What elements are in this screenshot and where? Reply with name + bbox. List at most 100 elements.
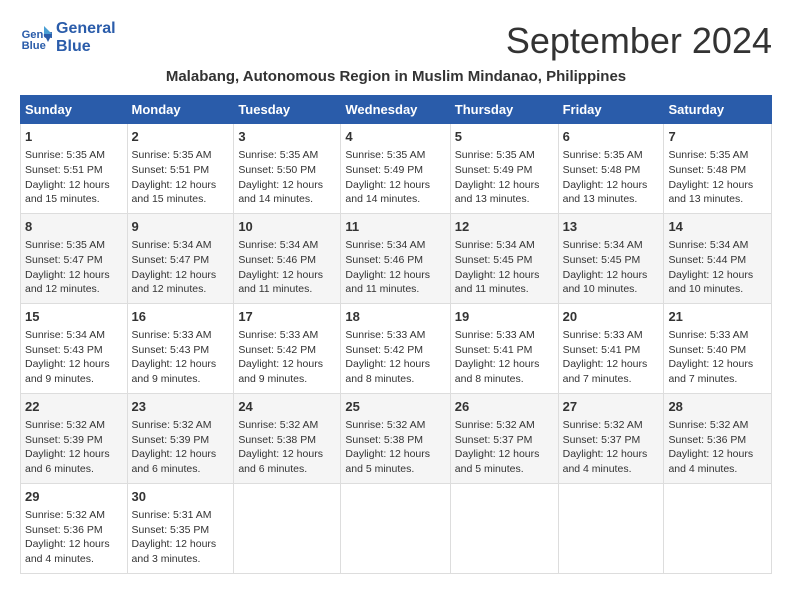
sunset: Sunset: 5:43 PM xyxy=(132,344,210,356)
sunrise: Sunrise: 5:33 AM xyxy=(345,329,425,341)
calendar-table: SundayMondayTuesdayWednesdayThursdayFrid… xyxy=(20,95,772,574)
sunset: Sunset: 5:51 PM xyxy=(132,164,210,176)
daylight-label: Daylight: 12 hours and 6 minutes. xyxy=(25,448,110,475)
daylight-label: Daylight: 12 hours and 7 minutes. xyxy=(563,358,648,385)
sunrise: Sunrise: 5:34 AM xyxy=(238,239,318,251)
daylight-label: Daylight: 12 hours and 8 minutes. xyxy=(345,358,430,385)
daylight-label: Daylight: 12 hours and 13 minutes. xyxy=(563,179,648,206)
day-number: 25 xyxy=(345,398,445,416)
day-number: 22 xyxy=(25,398,123,416)
calendar-cell: 28Sunrise: 5:32 AMSunset: 5:36 PMDayligh… xyxy=(664,393,772,483)
sunset: Sunset: 5:41 PM xyxy=(455,344,533,356)
sunrise: Sunrise: 5:33 AM xyxy=(668,329,748,341)
day-number: 14 xyxy=(668,218,767,236)
sunrise: Sunrise: 5:32 AM xyxy=(132,419,212,431)
calendar-cell: 13Sunrise: 5:34 AMSunset: 5:45 PMDayligh… xyxy=(558,213,664,303)
day-number: 28 xyxy=(668,398,767,416)
daylight-label: Daylight: 12 hours and 14 minutes. xyxy=(345,179,430,206)
day-number: 3 xyxy=(238,128,336,146)
day-number: 16 xyxy=(132,308,230,326)
daylight-label: Daylight: 12 hours and 11 minutes. xyxy=(455,269,540,296)
day-number: 30 xyxy=(132,488,230,506)
day-number: 8 xyxy=(25,218,123,236)
day-number: 19 xyxy=(455,308,554,326)
daylight-label: Daylight: 12 hours and 13 minutes. xyxy=(455,179,540,206)
sunset: Sunset: 5:49 PM xyxy=(345,164,423,176)
day-number: 15 xyxy=(25,308,123,326)
daylight-label: Daylight: 12 hours and 12 minutes. xyxy=(132,269,217,296)
day-number: 2 xyxy=(132,128,230,146)
sunrise: Sunrise: 5:33 AM xyxy=(132,329,212,341)
daylight-label: Daylight: 12 hours and 11 minutes. xyxy=(238,269,323,296)
calendar-cell: 26 Sunrise: 5:32 AM Sunset: 5:37 PM Dayligh… xyxy=(450,393,558,483)
sunrise: Sunrise: 5:32 AM xyxy=(238,419,318,431)
sunset: Sunset: 5:37 PM xyxy=(563,434,641,446)
logo: General Blue General Blue xyxy=(20,20,116,56)
weekday-header-wednesday: Wednesday xyxy=(341,96,450,124)
daylight-label: Daylight: 12 hours and 10 minutes. xyxy=(563,269,648,296)
day-number: 7 xyxy=(668,128,767,146)
day-number: 1 xyxy=(25,128,123,146)
calendar-cell: 25Sunrise: 5:32 AMSunset: 5:38 PMDayligh… xyxy=(341,393,450,483)
calendar-cell: 19Sunrise: 5:33 AMSunset: 5:41 PMDayligh… xyxy=(450,303,558,393)
day-number: 12 xyxy=(455,218,554,236)
calendar-cell xyxy=(234,483,341,573)
sunrise: Sunrise: 5:34 AM xyxy=(668,239,748,251)
calendar-cell: 10Sunrise: 5:34 AMSunset: 5:46 PMDayligh… xyxy=(234,213,341,303)
daylight-label: Daylight: 12 hours and 10 minutes. xyxy=(668,269,753,296)
calendar-cell: 4Sunrise: 5:35 AMSunset: 5:49 PMDaylight… xyxy=(341,124,450,214)
day-number: 9 xyxy=(132,218,230,236)
daylight-label: Daylight: 12 hours and 5 minutes. xyxy=(455,448,540,475)
sunset: Sunset: 5:39 PM xyxy=(132,434,210,446)
calendar-cell: 7Sunrise: 5:35 AMSunset: 5:48 PMDaylight… xyxy=(664,124,772,214)
daylight-label: Daylight: 12 hours and 9 minutes. xyxy=(238,358,323,385)
calendar-cell: 11Sunrise: 5:34 AMSunset: 5:46 PMDayligh… xyxy=(341,213,450,303)
day-number: 26 xyxy=(455,398,554,416)
calendar-cell xyxy=(341,483,450,573)
sunset: Sunset: 5:37 PM xyxy=(455,434,533,446)
day-number: 10 xyxy=(238,218,336,236)
calendar-cell: 22Sunrise: 5:32 AMSunset: 5:39 PMDayligh… xyxy=(21,393,128,483)
daylight-label: Daylight: 12 hours and 7 minutes. xyxy=(668,358,753,385)
day-number: 24 xyxy=(238,398,336,416)
sunrise: Sunrise: 5:33 AM xyxy=(238,329,318,341)
daylight-label: Daylight: 12 hours and 15 minutes. xyxy=(25,179,110,206)
sunrise: Sunrise: 5:32 AM xyxy=(455,419,535,431)
calendar-cell: 30Sunrise: 5:31 AMSunset: 5:35 PMDayligh… xyxy=(127,483,234,573)
sunset: Sunset: 5:47 PM xyxy=(132,254,210,266)
calendar-cell: 29Sunrise: 5:32 AMSunset: 5:36 PMDayligh… xyxy=(21,483,128,573)
daylight-label: Daylight: 12 hours and 6 minutes. xyxy=(238,448,323,475)
day-number: 17 xyxy=(238,308,336,326)
sunrise: Sunrise: 5:34 AM xyxy=(455,239,535,251)
sunrise: Sunrise: 5:32 AM xyxy=(563,419,643,431)
daylight-label: Daylight: 12 hours and 9 minutes. xyxy=(132,358,217,385)
calendar-cell: 20Sunrise: 5:33 AMSunset: 5:41 PMDayligh… xyxy=(558,303,664,393)
sunrise: Sunrise: 5:35 AM xyxy=(238,149,318,161)
sunrise: Sunrise: 5:35 AM xyxy=(455,149,535,161)
sunrise: Sunrise: 5:35 AM xyxy=(668,149,748,161)
day-number: 18 xyxy=(345,308,445,326)
sunset: Sunset: 5:47 PM xyxy=(25,254,103,266)
calendar-cell xyxy=(450,483,558,573)
sunrise: Sunrise: 5:35 AM xyxy=(132,149,212,161)
logo-line2: Blue xyxy=(56,38,116,56)
daylight-label: Daylight: 12 hours and 11 minutes. xyxy=(345,269,430,296)
day-number: 4 xyxy=(345,128,445,146)
sunrise: Sunrise: 5:33 AM xyxy=(563,329,643,341)
day-number: 13 xyxy=(563,218,660,236)
calendar-cell: 12Sunrise: 5:34 AMSunset: 5:45 PMDayligh… xyxy=(450,213,558,303)
month-title: September 2024 xyxy=(506,20,772,62)
logo-icon: General Blue xyxy=(20,22,52,54)
weekday-header-tuesday: Tuesday xyxy=(234,96,341,124)
sunset: Sunset: 5:48 PM xyxy=(563,164,641,176)
sunset: Sunset: 5:36 PM xyxy=(25,524,103,536)
daylight-label: Daylight: 12 hours and 12 minutes. xyxy=(25,269,110,296)
daylight-label: Daylight: 12 hours and 3 minutes. xyxy=(132,538,217,565)
sunrise: Sunrise: 5:35 AM xyxy=(25,239,105,251)
daylight-label: Daylight: 12 hours and 13 minutes. xyxy=(668,179,753,206)
sunrise: Sunrise: 5:34 AM xyxy=(25,329,105,341)
day-number: 29 xyxy=(25,488,123,506)
day-number: 11 xyxy=(345,218,445,236)
sunset: Sunset: 5:49 PM xyxy=(455,164,533,176)
sunrise: Sunrise: 5:35 AM xyxy=(25,149,105,161)
